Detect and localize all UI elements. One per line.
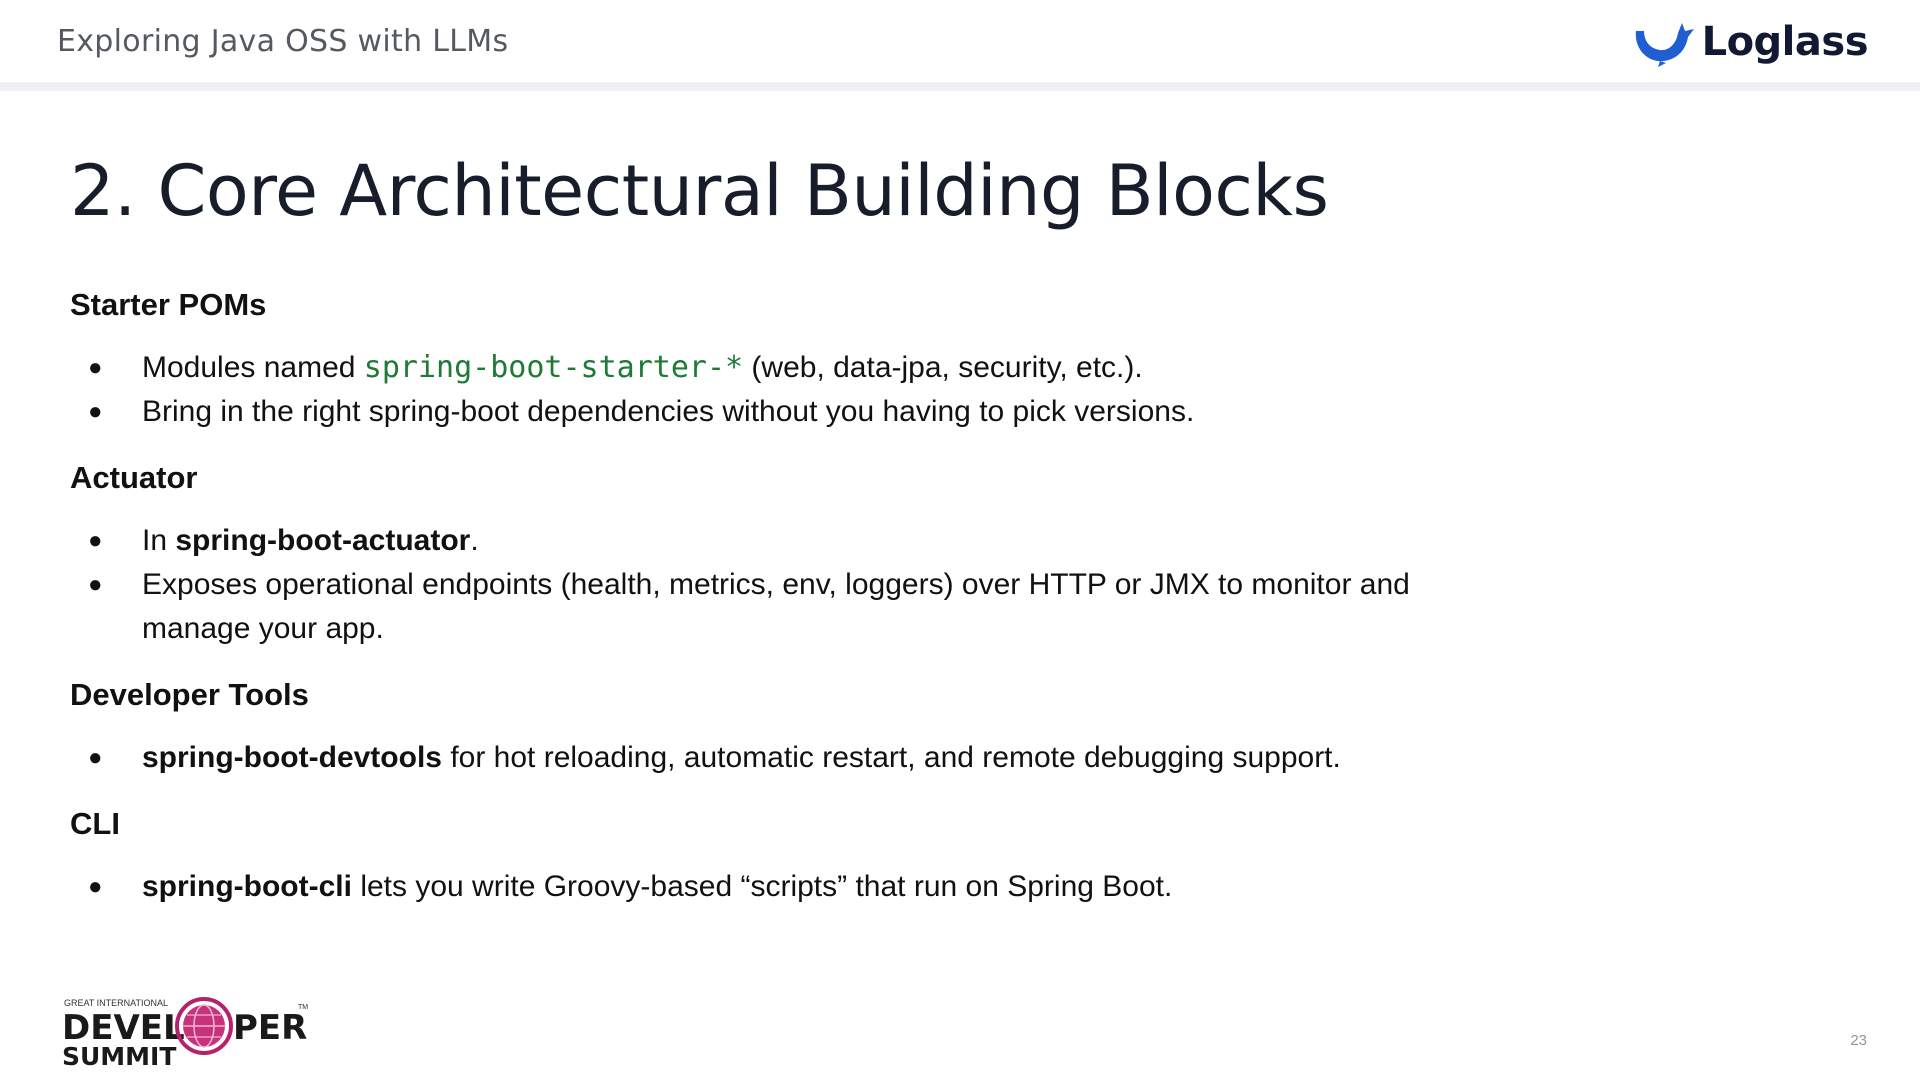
bullet-icon: ● <box>88 873 103 900</box>
bullet-text: (web, data-jpa, security, etc.). <box>743 351 1143 384</box>
bullet-text: . <box>470 524 479 557</box>
bullet-text: lets you write Groovy-based “scripts” th… <box>351 870 1173 903</box>
bullet-icon: ● <box>88 571 103 598</box>
section-heading-cli: CLI <box>70 806 120 841</box>
bullet-icon: ● <box>88 527 103 554</box>
whale-icon <box>1635 23 1694 67</box>
brand-name: Loglass <box>1701 19 1869 65</box>
bold-term: spring-boot-devtools <box>142 741 442 774</box>
bold-term: spring-boot-actuator <box>175 524 471 557</box>
bullet-text: manage your app. <box>142 612 384 645</box>
bullet-list: ● spring-boot-cli lets you write Groovy-… <box>70 865 1570 909</box>
deck-title: Exploring Java OSS with LLMs <box>57 24 509 59</box>
list-item: ● In spring-boot-actuator. <box>70 519 1570 563</box>
header-divider <box>0 82 1920 91</box>
section-heading-starter-poms: Starter POMs <box>70 287 267 322</box>
page-number: 23 <box>1850 1032 1867 1049</box>
list-item: ● Modules named spring-boot-starter-* (w… <box>70 346 1570 390</box>
list-item: ● spring-boot-cli lets you write Groovy-… <box>70 865 1570 909</box>
list-item: ● Bring in the right spring-boot depende… <box>70 390 1570 434</box>
slide-content: Starter POMs ● Modules named spring-boot… <box>70 285 1570 933</box>
bullet-text: for hot reloading, automatic restart, an… <box>441 741 1341 774</box>
bullet-icon: ● <box>88 354 103 381</box>
bullet-text: Modules named <box>142 351 364 384</box>
logo-top-text: GREAT INTERNATIONAL <box>64 998 168 1008</box>
globe-icon <box>175 997 233 1055</box>
bullet-text: In <box>142 524 176 557</box>
bullet-list: ● In spring-boot-actuator. ● Exposes ope… <box>70 519 1570 651</box>
bullet-list: ● Modules named spring-boot-starter-* (w… <box>70 346 1570 434</box>
bullet-icon: ● <box>88 398 103 425</box>
bullet-text: Bring in the right spring-boot dependenc… <box>142 395 1195 428</box>
bullet-icon: ● <box>88 744 103 771</box>
inline-code: spring-boot-starter-* <box>363 350 744 385</box>
developer-summit-logo: GREAT INTERNATIONAL DEVEL PER TM SUMMIT <box>62 997 308 1067</box>
brand-logo: Loglass <box>1630 16 1869 68</box>
section-heading-actuator: Actuator <box>70 460 198 495</box>
list-item: ● spring-boot-devtools for hot reloading… <box>70 736 1570 780</box>
logo-tm-text: TM <box>298 1004 308 1011</box>
slide-header: Exploring Java OSS with LLMs Loglass <box>0 0 1920 82</box>
section-heading-developer-tools: Developer Tools <box>70 677 309 712</box>
slide-title: 2. Core Architectural Building Blocks <box>70 150 1329 232</box>
list-item: ● Exposes operational endpoints (health,… <box>70 563 1570 651</box>
logo-right-text: PER <box>233 1008 307 1048</box>
bold-term: spring-boot-cli <box>142 870 352 903</box>
logo-bottom-text: SUMMIT <box>62 1042 176 1067</box>
bullet-list: ● spring-boot-devtools for hot reloading… <box>70 736 1570 780</box>
bullet-text: Exposes operational endpoints (health, m… <box>142 568 1410 601</box>
